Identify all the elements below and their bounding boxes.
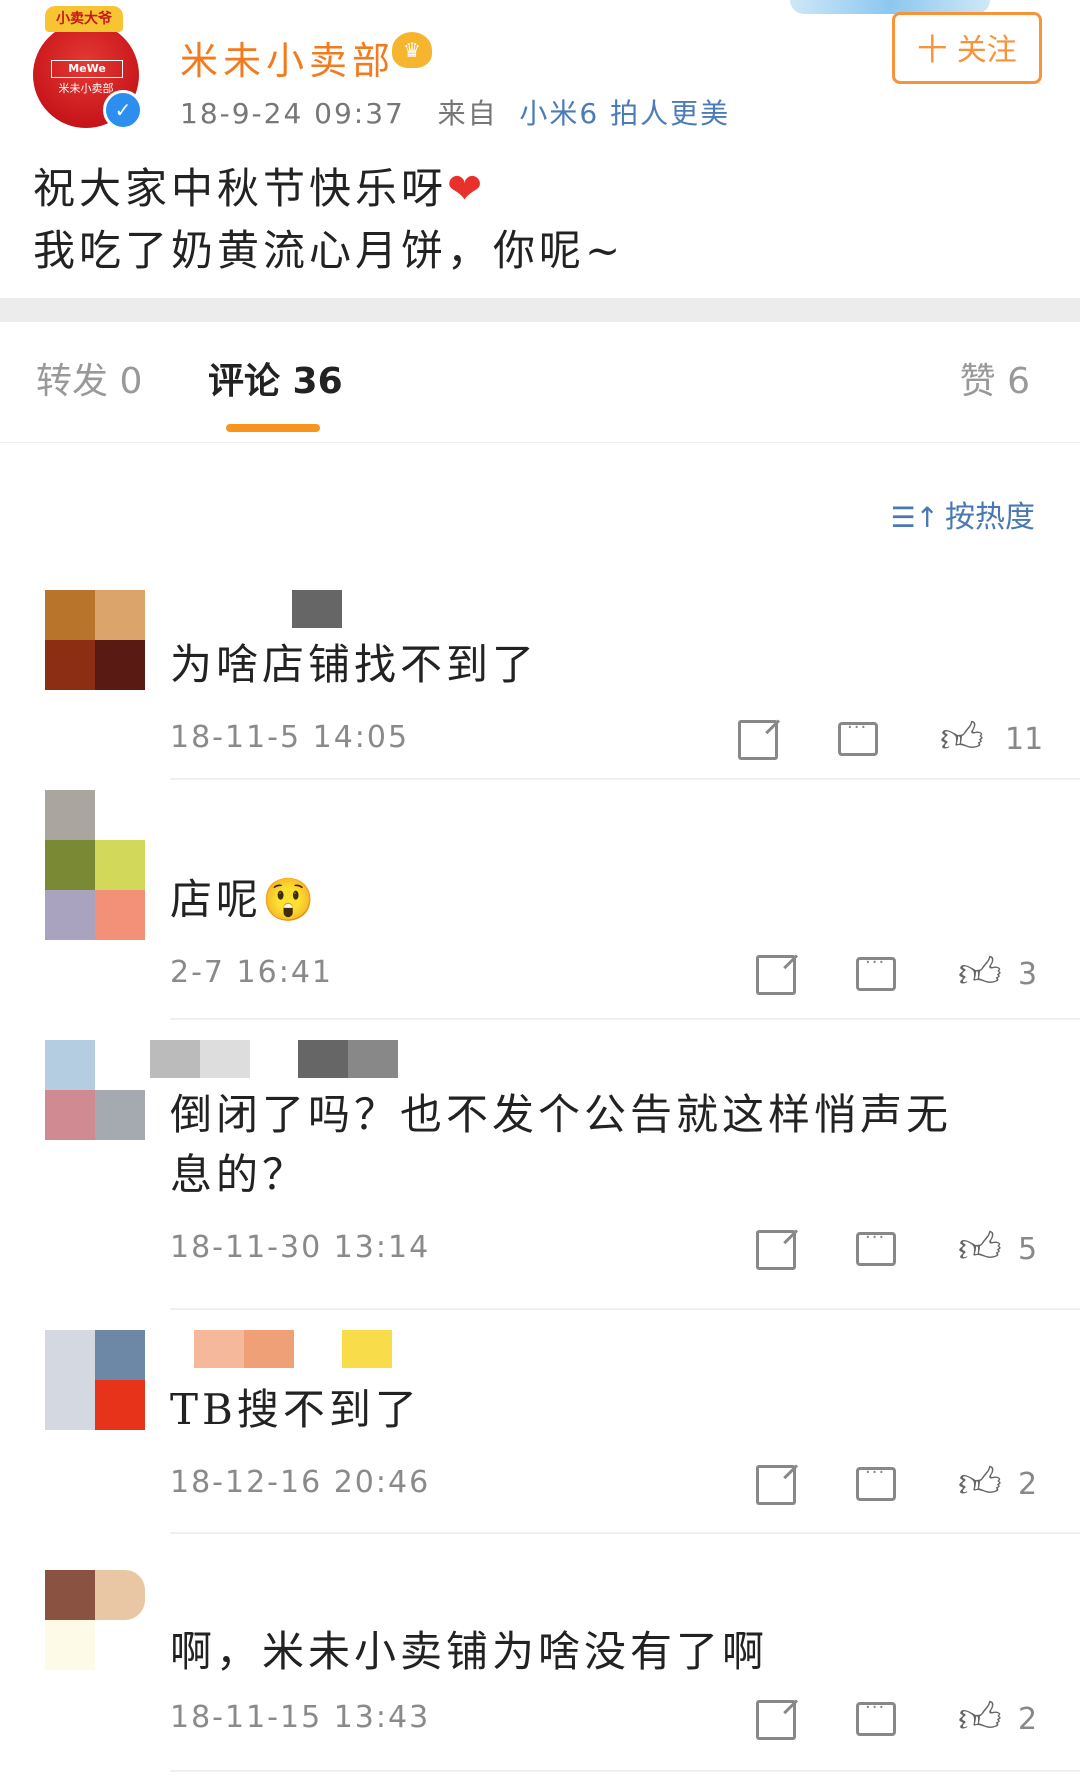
comment-item: 啊，米未小卖铺为啥没有了啊 18-11-15 13:43 👍︎ 2 [0,1560,1080,1789]
verified-icon: ✓ [103,90,143,130]
reply-icon[interactable] [856,1697,896,1736]
thumbs-up-icon[interactable]: 👍︎ [958,1696,1002,1740]
commenter-avatar[interactable] [45,1040,145,1140]
post-meta: 18-9-24 09:37 来自 小米6 拍人更美 [180,92,730,132]
vip-icon: ♛ [392,32,432,68]
post-device[interactable]: 小米6 拍人更美 [519,97,730,130]
commenter-avatar[interactable] [45,1330,145,1430]
reply-icon[interactable] [856,1227,896,1266]
comment-divider [170,1308,1080,1310]
comment-divider [170,1532,1080,1534]
commenter-avatar[interactable] [45,1570,145,1670]
reply-icon[interactable] [856,1462,896,1501]
active-tab-indicator [226,424,320,432]
thumbs-up-icon[interactable]: 👍︎ [958,1461,1002,1505]
comment-text: 为啥店铺找不到了 [170,640,539,689]
like-count: 11 [1005,722,1044,757]
post-line-2: 我吃了奶黄流心月饼，你呢~ [33,226,625,275]
comment-time: 18-11-30 13:14 [170,1230,431,1265]
post-timestamp: 18-9-24 09:37 [180,97,405,130]
avatar-brand-label: MeWe [51,60,123,78]
comment-divider [170,778,1080,780]
post-line-1: 祝大家中秋节快乐呀 [33,164,448,213]
like-count: 2 [1018,1467,1038,1502]
share-icon[interactable] [756,955,796,995]
sort-icon: ☰↑ [890,501,939,534]
comment-time: 2-7 16:41 [170,955,333,990]
comment-time: 18-11-15 13:43 [170,1700,431,1735]
share-icon[interactable] [756,1700,796,1740]
post-body: 祝大家中秋节快乐呀❤ 我吃了奶黄流心月饼，你呢~ [33,158,624,282]
post-from-label: 来自 [437,97,498,130]
comment-divider [170,1018,1080,1020]
comment-text: 啊，米未小卖铺为啥没有了啊 [170,1627,769,1676]
sort-label: 按热度 [945,500,1035,535]
tab-bar: 转发 0 评论 36 赞 6 [0,322,1080,443]
comment-item: TB搜不到了 18-12-16 20:46 👍︎ 2 [0,1320,1080,1550]
sort-by-hot-button[interactable]: ☰↑ 按热度 [890,492,1035,536]
commenter-avatar[interactable] [45,590,145,690]
thumbs-up-icon[interactable]: 👍︎ [940,716,984,760]
author-name[interactable]: 米未小卖部 [180,30,395,85]
comment-time: 18-12-16 20:46 [170,1465,431,1500]
comment-divider [170,1770,1080,1772]
reply-icon[interactable] [856,952,896,991]
share-icon[interactable] [756,1465,796,1505]
comment-item: 店呢😲 2-7 16:41 👍︎ 3 [0,790,1080,1020]
reply-icon[interactable] [838,717,878,756]
tab-comment[interactable]: 评论 36 [208,352,1080,404]
tab-repost[interactable]: 转发 0 [36,352,142,404]
section-divider [0,298,1080,322]
commenter-avatar[interactable] [45,790,145,940]
avatar-crown-label: 小卖大爷 [45,6,123,32]
post-header: 小卖大爷 MeWe 米未小卖部 ✓ 米未小卖部 ♛ 18-9-24 09:37 … [0,0,1080,298]
like-count: 2 [1018,1702,1038,1737]
share-icon[interactable] [738,720,778,760]
comment-text: 倒闭了吗？也不发个公告就这样悄声无息的？ [170,1090,953,1199]
follow-button[interactable]: 十 关注 [892,12,1042,84]
share-icon[interactable] [756,1230,796,1270]
like-count: 5 [1018,1232,1038,1267]
comment-text: 店呢😲 [170,875,319,924]
tab-like[interactable]: 赞 6 [960,352,1030,404]
comment-text: TB搜不到了 [170,1385,421,1434]
thumbs-up-icon[interactable]: 👍︎ [958,951,1002,995]
like-count: 3 [1018,957,1038,992]
comment-item: 为啥店铺找不到了 18-11-5 14:05 👍︎ 11 [0,580,1080,780]
comment-time: 18-11-5 14:05 [170,720,410,755]
sort-row: ☰↑ 按热度 [0,442,1080,552]
heart-icon: ❤ [447,164,487,213]
thumbs-up-icon[interactable]: 👍︎ [958,1226,1002,1270]
comment-item: 倒闭了吗？也不发个公告就这样悄声无息的？ 18-11-30 13:14 👍︎ 5 [0,1030,1080,1310]
